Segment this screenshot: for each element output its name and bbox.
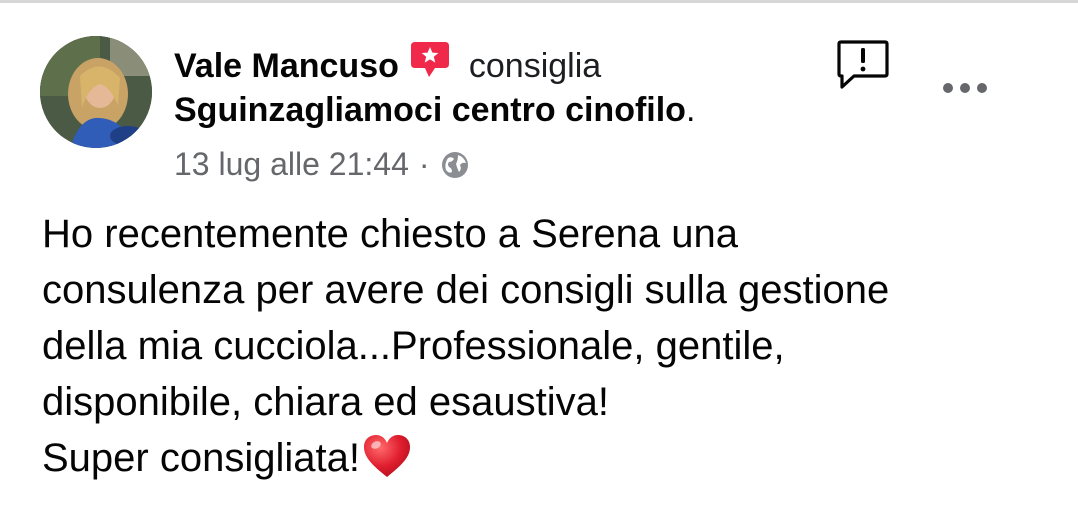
post-text: Ho recentemente chiesto a Serena una con… xyxy=(42,206,1042,486)
page-name-suffix: . xyxy=(685,91,696,129)
globe-icon[interactable] xyxy=(440,149,470,179)
report-icon[interactable] xyxy=(836,38,890,92)
post-text-line: disponibile, chiara ed esaustiva! xyxy=(42,380,610,424)
more-options-icon[interactable] xyxy=(940,78,990,98)
page-line: Sguinzagliamoci centro cinofilo. xyxy=(174,88,814,132)
recommendation-star-icon xyxy=(409,40,451,80)
header-line: Vale Mancuso consiglia xyxy=(174,42,814,88)
avatar[interactable] xyxy=(40,36,152,148)
post-text-line: Ho recentemente chiesto a Serena una xyxy=(42,212,738,256)
post-header: Vale Mancuso consiglia Sguinzagliamoci c… xyxy=(174,42,814,184)
post-text-line: Super consigliata! xyxy=(42,436,360,480)
post-meta: 13 lug alle 21:44 · xyxy=(174,144,814,184)
author-name[interactable]: Vale Mancuso xyxy=(174,44,399,88)
action-text: consiglia xyxy=(468,47,602,85)
post-text-line-last: Super consigliata! xyxy=(42,430,1042,486)
post-text-line: della mia cucciola...Professionale, gent… xyxy=(42,324,785,368)
post-text-line: consulenza per avere dei consigli sulla … xyxy=(42,268,890,312)
page-name-link[interactable]: Sguinzagliamoci centro cinofilo xyxy=(174,91,686,129)
meta-separator: · xyxy=(418,146,430,182)
divider xyxy=(0,0,1078,3)
post-card: Vale Mancuso consiglia Sguinzagliamoci c… xyxy=(0,0,1078,520)
avatar-image xyxy=(40,36,152,148)
red-heart-icon xyxy=(362,433,412,479)
timestamp[interactable]: 13 lug alle 21:44 xyxy=(174,144,409,184)
